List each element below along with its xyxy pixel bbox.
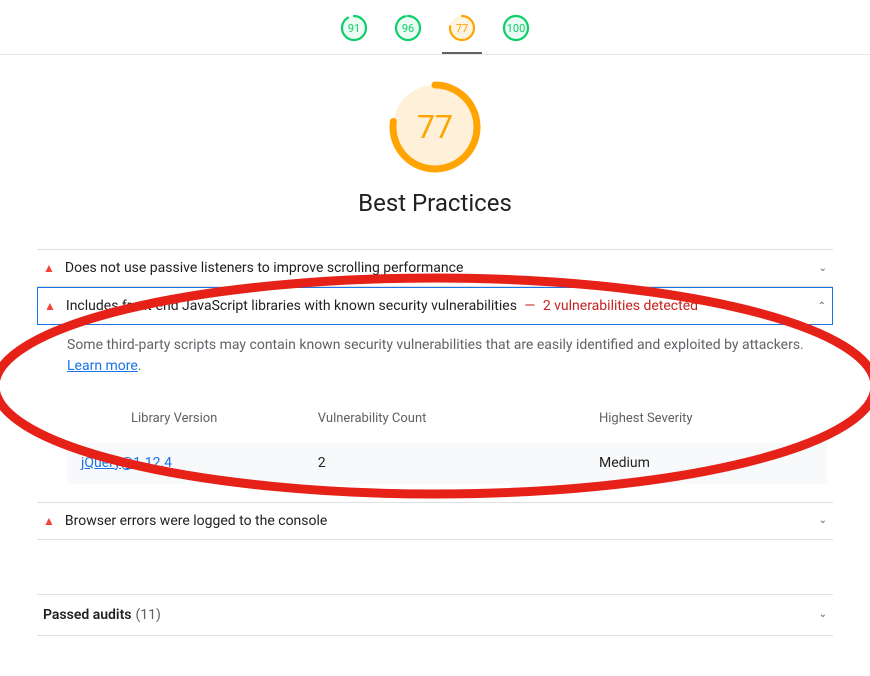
- passed-audits-count: (11): [135, 607, 160, 623]
- gauge-small: 100: [502, 14, 530, 42]
- hero: 77 Best Practices: [37, 79, 833, 217]
- audit-title: Browser errors were logged to the consol…: [65, 513, 819, 529]
- library-link[interactable]: jQuery@1.12.4: [81, 455, 172, 471]
- gauge-small: 77: [448, 14, 476, 42]
- chevron-down-icon: ⌄: [819, 609, 827, 620]
- col-header-library: Library Version: [67, 401, 318, 443]
- cell-count: 2: [318, 443, 599, 484]
- audit-toggle[interactable]: ▲ Browser errors were logged to the cons…: [37, 503, 833, 539]
- main: 77 Best Practices ▲ Does not use passive…: [0, 55, 870, 676]
- cell-severity: Medium: [599, 443, 827, 484]
- gauge-small: 91: [340, 14, 368, 42]
- audit-passive-listeners: ▲ Does not use passive listeners to impr…: [37, 249, 833, 286]
- warning-icon: ▲: [44, 300, 56, 312]
- audit-vulnerable-libraries: ▲ Includes front-end JavaScript librarie…: [37, 286, 833, 502]
- audit-title: Includes front-end JavaScript libraries …: [66, 298, 818, 314]
- warning-icon: ▲: [43, 262, 55, 274]
- table-row: jQuery@1.12.4 2 Medium: [67, 443, 827, 484]
- col-header-severity: Highest Severity: [599, 401, 827, 443]
- passed-audits-label: Passed audits: [43, 607, 131, 623]
- gauge-score: 96: [394, 14, 422, 42]
- page: 91 96 77 100: [0, 0, 870, 676]
- gauge-small: 96: [394, 14, 422, 42]
- gauge-large-score: 77: [387, 79, 483, 175]
- gauge-score: 100: [502, 14, 530, 42]
- audit-browser-errors: ▲ Browser errors were logged to the cons…: [37, 502, 833, 540]
- col-header-count: Vulnerability Count: [318, 401, 599, 443]
- tab-seo[interactable]: 100: [496, 14, 536, 54]
- warning-icon: ▲: [43, 515, 55, 527]
- gauge-score: 77: [448, 14, 476, 42]
- category-tabs: 91 96 77 100: [334, 14, 536, 54]
- header: 91 96 77 100: [0, 0, 870, 55]
- chevron-down-icon: ⌄: [819, 515, 827, 526]
- learn-more-link[interactable]: Learn more: [67, 358, 138, 374]
- gauge-large: 77: [387, 79, 483, 175]
- audits-list: ▲ Does not use passive listeners to impr…: [37, 249, 833, 540]
- tab-best-practices[interactable]: 77: [442, 14, 482, 54]
- audit-body: Some third-party scripts may contain kno…: [37, 325, 833, 502]
- vulnerability-table: Library Version Vulnerability Count High…: [67, 401, 827, 484]
- audit-description: Some third-party scripts may contain kno…: [67, 337, 804, 353]
- audit-title-text: Includes front-end JavaScript libraries …: [66, 298, 517, 314]
- chevron-up-icon: ⌃: [818, 301, 826, 312]
- audit-toggle[interactable]: ▲ Includes front-end JavaScript librarie…: [37, 287, 833, 325]
- chevron-down-icon: ⌄: [819, 263, 827, 274]
- audit-summary: 2 vulnerabilities detected: [543, 298, 698, 314]
- passed-audits[interactable]: Passed audits (11) ⌄: [37, 594, 833, 636]
- dash: —: [524, 298, 538, 314]
- gauge-score: 91: [340, 14, 368, 42]
- page-title: Best Practices: [358, 189, 512, 217]
- audit-toggle[interactable]: ▲ Does not use passive listeners to impr…: [37, 250, 833, 286]
- tab-accessibility[interactable]: 96: [388, 14, 428, 54]
- tab-performance[interactable]: 91: [334, 14, 374, 54]
- audit-title: Does not use passive listeners to improv…: [65, 260, 819, 276]
